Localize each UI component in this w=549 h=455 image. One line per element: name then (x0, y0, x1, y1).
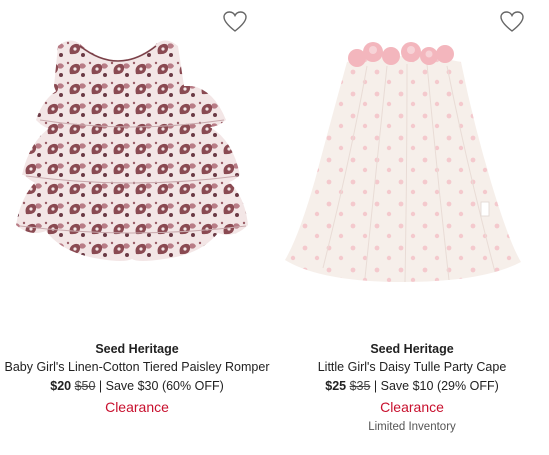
inventory-status: Limited Inventory (368, 421, 456, 433)
heart-outline-icon[interactable] (222, 10, 248, 34)
product-brand[interactable]: Seed Heritage (0, 340, 274, 358)
product-name[interactable]: Baby Girl's Linen-Cotton Tiered Paisley … (0, 358, 274, 376)
product-image-cape[interactable] (275, 0, 549, 330)
clearance-badge: Clearance (105, 399, 169, 415)
product-name[interactable]: Little Girl's Daisy Tulle Party Cape (275, 358, 549, 376)
sale-price: $20 (50, 379, 72, 393)
product-card[interactable]: Seed Heritage Baby Girl's Linen-Cotton T… (0, 0, 274, 455)
savings-text: | Save $30 (60% OFF) (95, 379, 224, 393)
product-brand[interactable]: Seed Heritage (275, 340, 549, 358)
sale-price: $25 (325, 379, 347, 393)
product-price: $25 $35 | Save $10 (29% OFF) (275, 377, 549, 395)
heart-outline-icon[interactable] (499, 10, 525, 34)
original-price: $50 (74, 379, 96, 393)
clearance-badge: Clearance (380, 399, 444, 415)
product-price: $20 $50 | Save $30 (60% OFF) (0, 377, 274, 395)
product-image-romper[interactable] (0, 0, 274, 330)
original-price: $35 (349, 379, 371, 393)
savings-text: | Save $10 (29% OFF) (370, 379, 499, 393)
product-card[interactable]: Seed Heritage Little Girl's Daisy Tulle … (275, 0, 549, 455)
